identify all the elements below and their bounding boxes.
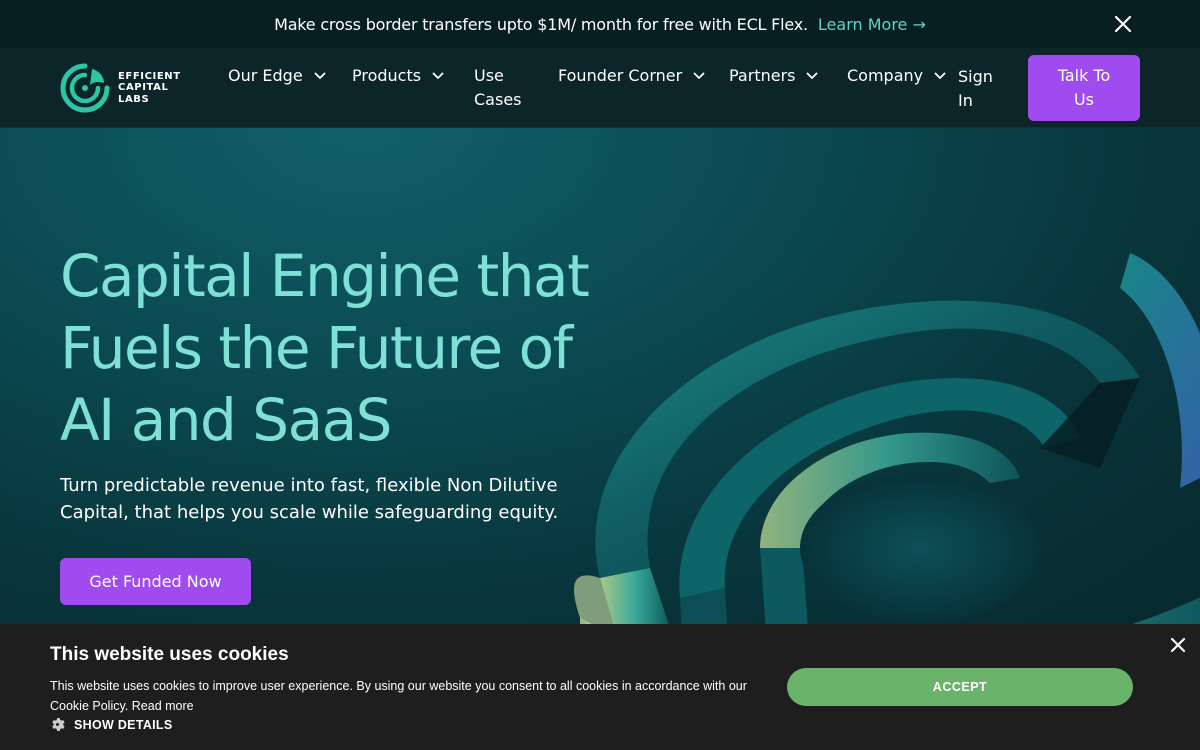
hero-subtitle: Turn predictable revenue into fast, flex… [60, 475, 559, 523]
hero-spiral-illustration [574, 253, 1200, 624]
nav-item-label: Use Cases [474, 66, 522, 109]
hero-section: Capital Engine that Fuels the Future of … [0, 128, 1200, 624]
close-icon[interactable] [1168, 635, 1188, 655]
nav-item-partners[interactable]: Partners [729, 64, 818, 88]
learn-more-link[interactable]: Learn More → [818, 15, 926, 34]
nav-item-company[interactable]: Company [847, 64, 946, 88]
cookie-banner: This website uses cookies This website u… [0, 624, 1200, 750]
hero-title: Capital Engine that Fuels the Future of … [60, 242, 590, 454]
nav-item-label: Company [847, 66, 924, 85]
read-more-link[interactable]: Read more [132, 699, 194, 713]
main-navbar: EFFICIENT CAPITAL LABS Our Edge Products… [0, 48, 1200, 128]
chevron-down-icon [693, 72, 705, 79]
accept-cookies-button[interactable]: ACCEPT [787, 668, 1133, 706]
chevron-down-icon [314, 72, 326, 79]
nav-item-label: Our Edge [228, 66, 303, 85]
cookie-text-block: This website uses cookies to improve use… [50, 676, 770, 716]
brand-line-3: LABS [118, 93, 150, 105]
nav-item-label: Products [352, 66, 422, 85]
brand-logo[interactable]: EFFICIENT CAPITAL LABS [60, 62, 190, 114]
talk-to-us-button[interactable]: Talk To Us [1028, 55, 1140, 121]
announcement-message: Make cross border transfers upto $1M/ mo… [274, 14, 808, 34]
chevron-down-icon [432, 72, 444, 79]
brand-wordmark: EFFICIENT CAPITAL LABS [118, 71, 181, 106]
nav-item-label: Founder Corner [558, 66, 683, 85]
gear-icon [52, 717, 65, 731]
get-funded-button[interactable]: Get Funded Now [60, 558, 251, 605]
brand-line-2: CAPITAL [118, 82, 169, 94]
announcement-bar: Make cross border transfers upto $1M/ mo… [0, 0, 1200, 48]
brand-line-1: EFFICIENT [118, 70, 181, 82]
nav-item-founder-corner[interactable]: Founder Corner [558, 64, 705, 88]
nav-item-label: Partners [729, 66, 796, 85]
close-icon[interactable] [1112, 13, 1134, 35]
nav-item-use-cases[interactable]: Use Cases [474, 64, 526, 112]
chevron-down-icon [807, 72, 818, 79]
sign-in-label: Sign In [958, 67, 993, 110]
nav-item-products[interactable]: Products [352, 64, 444, 88]
sign-in-link[interactable]: Sign In [958, 65, 1002, 113]
cookie-title: This website uses cookies [50, 644, 289, 665]
chevron-down-icon [934, 72, 946, 79]
nav-item-our-edge[interactable]: Our Edge [228, 64, 326, 88]
show-details-label: SHOW DETAILS [74, 717, 173, 732]
logo-icon [60, 63, 110, 113]
show-details-toggle[interactable]: SHOW DETAILS [50, 717, 173, 732]
